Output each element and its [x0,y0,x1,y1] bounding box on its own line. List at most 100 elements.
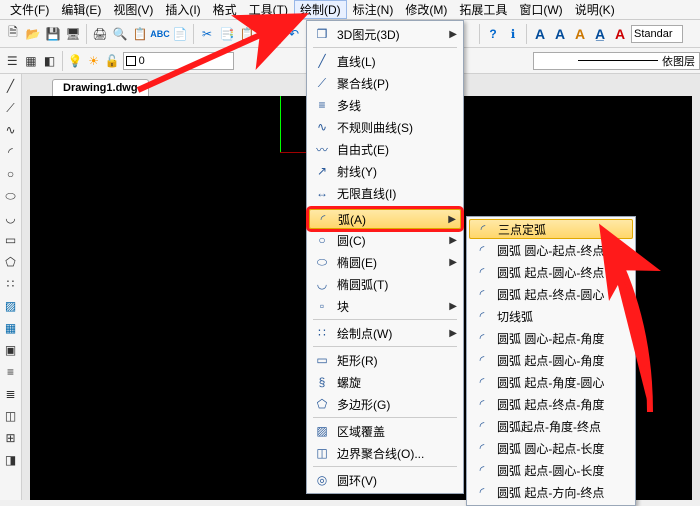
menu-draw[interactable]: 绘制(D) [294,0,347,19]
earc-tool-icon[interactable]: ◡ [3,210,19,226]
draw-menu-item-18[interactable]: ◫边界聚合线(O)... [309,442,461,464]
arc-menu-item-8[interactable]: ◜圆弧 起点-终点-角度 [469,393,633,415]
print-icon[interactable]: 🖨 [91,25,109,43]
help-icon[interactable]: ? [484,25,502,43]
draw-menu-item-8[interactable]: ◜弧(A)▶ [309,209,461,229]
polyline-tool-icon[interactable]: ⟋ [3,100,19,116]
draw-menu-item-2[interactable]: ⟋聚合线(P) [309,72,461,94]
draw-menu-item-9[interactable]: ○圆(C)▶ [309,229,461,251]
arc-menu-item-2[interactable]: ◜圆弧 起点-圆心-终点 [469,261,633,283]
draw-menu-item-10[interactable]: ⬭椭圆(E)▶ [309,251,461,273]
text-under-icon[interactable]: A̲ [591,25,609,43]
arc-menu-item-10[interactable]: ◜圆弧 圆心-起点-长度 [469,437,633,459]
menu-format[interactable]: 格式 [207,0,243,19]
block-tool-icon[interactable]: ◫ [3,408,19,424]
find-icon[interactable]: 📋 [131,25,149,43]
menu-modify[interactable]: 修改(M) [399,0,453,19]
undo-icon[interactable]: ↶ [285,25,303,43]
draw-menu-item-7[interactable]: ↔无限直线(I) [309,182,461,204]
layer-value: 0 [139,55,145,67]
text-tool-icon[interactable]: ≡ [3,364,19,380]
text-style-select[interactable]: Standar [631,25,683,43]
arc-menu-item-3[interactable]: ◜圆弧 起点-终点-圆心 [469,283,633,305]
new-icon[interactable]: 🗎 [4,25,22,43]
draw-menu-item-6[interactable]: ↗射线(Y) [309,160,461,182]
free-icon: 〰 [313,140,331,158]
draw-menu-item-1[interactable]: ╱直线(L) [309,50,461,72]
layer-iso-icon[interactable]: ▦ [23,52,40,70]
draw-menu-item-5[interactable]: 〰自由式(E) [309,138,461,160]
arc-menu-item-6[interactable]: ◜圆弧 起点-圆心-角度 [469,349,633,371]
arc-menu-item-1[interactable]: ◜圆弧 圆心-起点-终点 [469,239,633,261]
open-icon[interactable]: 📂 [24,25,42,43]
info-icon[interactable]: ℹ [504,25,522,43]
region-tool-icon[interactable]: ▣ [3,342,19,358]
draw-menu-item-13[interactable]: ∷绘制点(W)▶ [309,322,461,344]
menu-tools[interactable]: 工具(T) [243,0,294,19]
lock-icon[interactable]: 🔓 [104,52,121,70]
polygon-tool-icon[interactable]: ⬠ [3,254,19,270]
menu-insert[interactable]: 插入(I) [159,0,206,19]
mtext-tool-icon[interactable]: ≣ [3,386,19,402]
draw-menu-item-3[interactable]: ≡多线 [309,94,461,116]
spell-icon[interactable]: ABC [151,25,169,43]
paste-icon[interactable]: 📋 [238,25,256,43]
line-tool-icon[interactable]: ╱ [3,78,19,94]
draw-menu-item-11[interactable]: ◡椭圆弧(T) [309,273,461,295]
arc-icon: ◜ [473,461,491,479]
text-dim-icon[interactable]: A [571,25,589,43]
menu-help[interactable]: 说明(K) [569,0,621,19]
match-icon[interactable]: 🖌 [258,25,276,43]
menu-label: 圆弧起点-角度-终点 [497,418,615,435]
layer-walk-icon[interactable]: ◧ [41,52,58,70]
menu-view[interactable]: 视图(V) [107,0,159,19]
bulb-icon[interactable]: 💡 [67,52,84,70]
arc-menu-item-0[interactable]: ◜三点定弧 [469,219,633,239]
hatch2-tool-icon[interactable]: ▦ [3,320,19,336]
draw-menu-item-14[interactable]: ▭矩形(R) [309,349,461,371]
layer-select[interactable]: 0 [123,52,234,70]
draw-menu-item-4[interactable]: ∿不规则曲线(S) [309,116,461,138]
linetype-select[interactable]: 依图层 [533,52,700,70]
circle-tool-icon[interactable]: ○ [3,166,19,182]
layer-prop-icon[interactable]: ☰ [4,52,21,70]
draw-menu-item-15[interactable]: §螺旋 [309,371,461,393]
menu-ext[interactable]: 拓展工具 [453,0,513,19]
preview-icon[interactable]: 🔍 [111,25,129,43]
draw-menu-item-17[interactable]: ▨区域覆盖 [309,420,461,442]
rect-tool-icon[interactable]: ▭ [3,232,19,248]
menu-edit[interactable]: 编辑(E) [55,0,107,19]
circle-icon: ○ [313,231,331,249]
arc-icon: ◜ [473,307,491,325]
menu-file[interactable]: 文件(F) [4,0,55,19]
drawing-tab[interactable]: Drawing1.dwg [52,79,149,96]
insert-tool-icon[interactable]: ⊞ [3,430,19,446]
sun-icon[interactable]: ☀ [85,52,102,70]
copy-icon[interactable]: 📑 [218,25,236,43]
arc-menu-item-5[interactable]: ◜圆弧 圆心-起点-角度 [469,327,633,349]
ellipse-tool-icon[interactable]: ⬭ [3,188,19,204]
arc-menu-item-4[interactable]: ◜切线弧 [469,305,633,327]
spline-tool-icon[interactable]: ∿ [3,122,19,138]
text-style-a-icon[interactable]: A [531,25,549,43]
point-tool-icon[interactable]: ∷ [3,276,19,292]
cut-icon[interactable]: ✂ [198,25,216,43]
draw-menu-item-19[interactable]: ◎圆环(V) [309,469,461,491]
draw-menu-item-16[interactable]: ⬠多边形(G) [309,393,461,415]
wipeout-tool-icon[interactable]: ◨ [3,452,19,468]
arc-menu-item-7[interactable]: ◜圆弧 起点-角度-圆心 [469,371,633,393]
text-strike-icon[interactable]: A [611,25,629,43]
menu-dim[interactable]: 标注(N) [347,0,400,19]
save-icon[interactable]: 💾 [44,25,62,43]
saveall-icon[interactable]: 🖥 [64,25,82,43]
text-style-b-icon[interactable]: A [551,25,569,43]
menu-window[interactable]: 窗口(W) [513,0,568,19]
menubar: 文件(F) 编辑(E) 视图(V) 插入(I) 格式 工具(T) 绘制(D) 标… [0,0,700,20]
draw-menu-item-12[interactable]: ▫块▶ [309,295,461,317]
arc-menu-item-11[interactable]: ◜圆弧 起点-圆心-长度 [469,459,633,481]
arc-tool-icon[interactable]: ◜ [3,144,19,160]
hatch-tool-icon[interactable]: ▨ [3,298,19,314]
clipboard-icon[interactable]: 📄 [171,25,189,43]
draw-menu-item-0[interactable]: ❒3D图元(3D)▶ [309,23,461,45]
arc-menu-item-9[interactable]: ◜圆弧起点-角度-终点 [469,415,633,437]
